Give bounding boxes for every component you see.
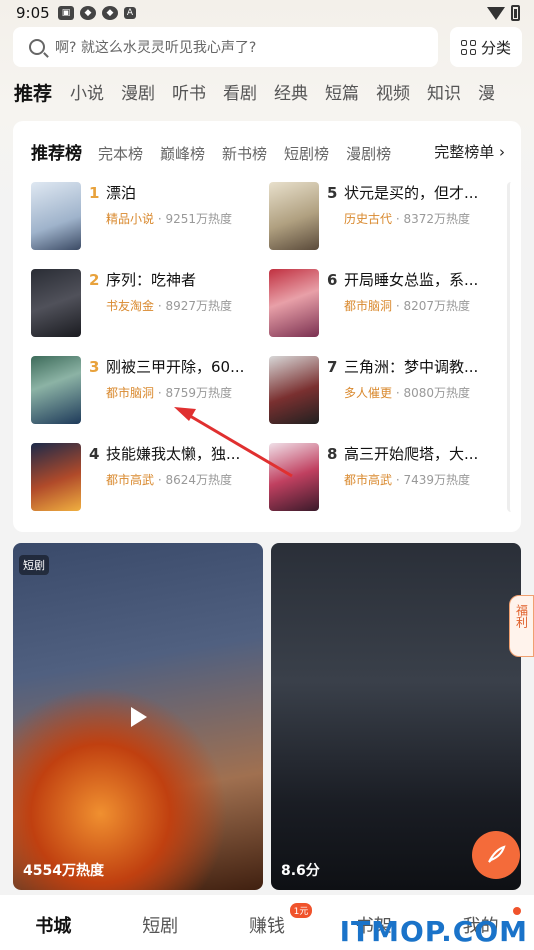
feather-pen-icon [488, 845, 506, 863]
write-fab[interactable] [472, 831, 520, 879]
watermark: ITMOP.COM [339, 915, 528, 948]
welfare-tab[interactable]: 福利 [509, 595, 534, 657]
card-heat: 4554万热度 [23, 863, 104, 879]
notification-dot [513, 907, 522, 915]
short-drama-card[interactable]: 短剧 4554万热度 [13, 543, 263, 890]
earn-badge: 1元 [289, 903, 313, 918]
short-drama-badge: 短剧 [19, 555, 49, 575]
card-rating: 8.6分 [281, 863, 320, 879]
play-icon[interactable] [131, 707, 147, 727]
welfare-label: 福利 [514, 604, 529, 628]
nav-earn[interactable]: 赚钱 1元 [214, 895, 321, 950]
nav-short-drama[interactable]: 短剧 [107, 895, 214, 950]
nav-earn-label: 赚钱 [248, 916, 285, 937]
nav-bookstore[interactable]: 书城 [0, 895, 107, 950]
